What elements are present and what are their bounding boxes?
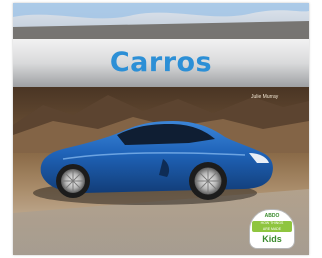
- badge-publisher-label: ABDO: [264, 213, 280, 219]
- book-title: Carros: [109, 47, 213, 78]
- badge-kids-label: Kids: [262, 234, 282, 244]
- book-cover[interactable]: Carros Julie Murray ABDO HOW THINGS ARE …: [13, 3, 309, 255]
- badge-series-band: HOW THINGS ARE MADE: [252, 221, 292, 232]
- publisher-badge: ABDO HOW THINGS ARE MADE Kids: [249, 209, 295, 249]
- badge-series-line-2: ARE MADE: [262, 226, 282, 231]
- author-name: Julie Murray: [251, 94, 279, 100]
- screenshot: Carros Julie Murray ABDO HOW THINGS ARE …: [0, 0, 322, 258]
